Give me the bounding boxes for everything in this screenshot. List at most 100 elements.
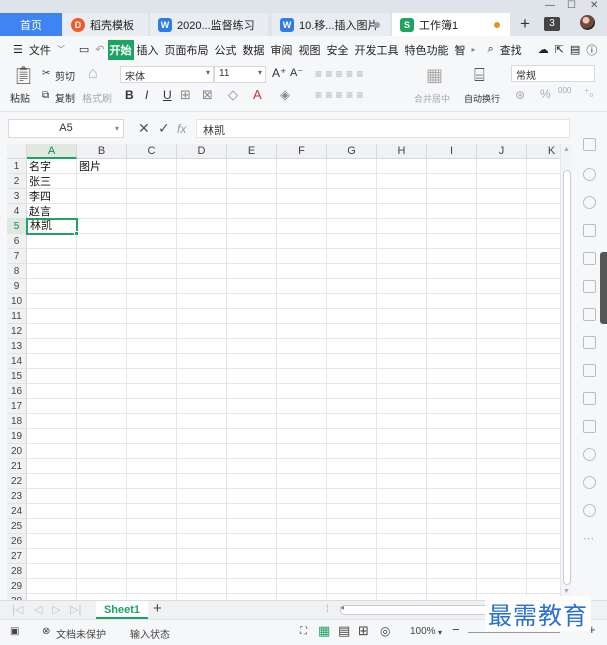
row-header-1[interactable]: 1 bbox=[7, 159, 27, 174]
picture-icon[interactable] bbox=[583, 420, 596, 433]
menu-insert[interactable]: 插入 bbox=[134, 42, 162, 58]
column-header-a[interactable]: A bbox=[27, 144, 77, 159]
fill-pattern-icon[interactable]: ⊠ bbox=[202, 87, 213, 103]
column-header-e[interactable]: E bbox=[227, 144, 277, 159]
chart-tool-icon[interactable] bbox=[583, 280, 596, 293]
more-icon[interactable]: ⋯ bbox=[583, 532, 596, 545]
undo-icon[interactable]: ↶ bbox=[92, 43, 107, 56]
history-icon[interactable] bbox=[583, 476, 596, 489]
row-header-14[interactable]: 14 bbox=[7, 354, 27, 369]
table-style-icon[interactable] bbox=[583, 252, 596, 265]
help-circle-icon[interactable] bbox=[583, 504, 596, 517]
borders-icon[interactable]: ⊞ bbox=[180, 87, 191, 103]
row-header-26[interactable]: 26 bbox=[7, 534, 27, 549]
tab-docer-templates[interactable]: D 稻壳模板 bbox=[63, 13, 148, 36]
share-tool-icon[interactable] bbox=[583, 364, 596, 377]
row-header-21[interactable]: 21 bbox=[7, 459, 27, 474]
cell-A5-selected[interactable]: 林凯 bbox=[26, 218, 78, 235]
scrollbar-thumb[interactable] bbox=[563, 170, 571, 585]
row-header-8[interactable]: 8 bbox=[7, 264, 27, 279]
row-header-19[interactable]: 19 bbox=[7, 429, 27, 444]
scroll-up-icon[interactable]: ▲ bbox=[563, 146, 570, 153]
tab-count-badge[interactable]: 3 bbox=[544, 17, 560, 31]
cancel-icon[interactable]: ✕ bbox=[138, 120, 150, 137]
bold-button[interactable]: B bbox=[125, 88, 134, 102]
menu-developer[interactable]: 开发工具 bbox=[352, 42, 402, 58]
align-top-icon[interactable]: ≡ ≡ ≡ ≡ ≡ bbox=[315, 67, 363, 81]
first-sheet-icon[interactable]: |◁ bbox=[12, 603, 23, 616]
protect-icon[interactable]: ⊗ bbox=[42, 626, 50, 637]
fill-handle[interactable] bbox=[74, 231, 79, 236]
paste-icon[interactable]: 📋︎ bbox=[12, 65, 35, 86]
percent-button[interactable]: % bbox=[540, 87, 551, 101]
next-sheet-icon[interactable]: ▷ bbox=[52, 603, 60, 616]
name-box[interactable]: A5 ▾ bbox=[8, 119, 124, 138]
row-header-4[interactable]: 4 bbox=[7, 204, 27, 219]
align-horizontal-icon[interactable]: ≡ ≡ ≡ ≡ ≡ bbox=[315, 88, 363, 102]
macro-icon[interactable]: ▣ bbox=[10, 626, 19, 637]
wrap-text-icon[interactable]: ⌸ bbox=[474, 65, 485, 86]
search-button[interactable]: 查找 bbox=[497, 42, 525, 58]
add-tab-icon[interactable]: + bbox=[520, 14, 530, 34]
copy-button[interactable]: 复制 bbox=[55, 90, 75, 105]
storage-icon[interactable] bbox=[583, 392, 596, 405]
chevron-down-icon[interactable]: ﹀ bbox=[54, 44, 68, 55]
scroll-left-icon[interactable]: ◂ bbox=[340, 603, 344, 612]
side-panel-toggle[interactable] bbox=[600, 252, 607, 324]
close-window-icon[interactable]: ✕ bbox=[590, 0, 598, 12]
column-header-c[interactable]: C bbox=[127, 144, 177, 159]
shape-icon[interactable] bbox=[583, 196, 596, 209]
more-options-icon[interactable]: ⋮ bbox=[600, 43, 607, 56]
row-header-23[interactable]: 23 bbox=[7, 489, 27, 504]
column-header-g[interactable]: G bbox=[327, 144, 377, 159]
confirm-icon[interactable]: ✓ bbox=[158, 120, 170, 137]
cell-A2[interactable]: 张三 bbox=[27, 174, 77, 189]
row-header-11[interactable]: 11 bbox=[7, 309, 27, 324]
save-icon[interactable]: ▭ bbox=[76, 43, 92, 56]
italic-button[interactable]: I bbox=[145, 88, 148, 102]
chevron-down-icon[interactable]: ▾ bbox=[438, 628, 442, 637]
row-header-9[interactable]: 9 bbox=[7, 279, 27, 294]
font-name-select[interactable]: 宋体 ▾ bbox=[120, 66, 214, 83]
cell-A3[interactable]: 李四 bbox=[27, 189, 77, 204]
page-layout-view-icon[interactable]: ▤ bbox=[338, 623, 350, 639]
row-header-27[interactable]: 27 bbox=[7, 549, 27, 564]
row-header-13[interactable]: 13 bbox=[7, 339, 27, 354]
row-header-24[interactable]: 24 bbox=[7, 504, 27, 519]
scroll-down-icon[interactable]: ▼ bbox=[563, 588, 570, 595]
row-header-16[interactable]: 16 bbox=[7, 384, 27, 399]
cut-icon[interactable]: ✂ bbox=[42, 68, 50, 79]
menu-review[interactable]: 审阅 bbox=[268, 42, 296, 58]
row-header-5[interactable]: 5 bbox=[7, 219, 27, 234]
decimal-icon[interactable]: ⁺₀ bbox=[584, 88, 593, 99]
column-header-j[interactable]: J bbox=[477, 144, 527, 159]
insert-function-button[interactable]: fx bbox=[177, 122, 186, 136]
copy-icon[interactable]: ⧉ bbox=[42, 90, 49, 101]
decrease-font-icon[interactable]: A⁻ bbox=[290, 66, 303, 79]
currency-icon[interactable]: ⊛ bbox=[515, 88, 525, 102]
row-header-10[interactable]: 10 bbox=[7, 294, 27, 309]
doc-protect-status[interactable]: 文档未保护 bbox=[56, 626, 106, 641]
cell-A4[interactable]: 赵言 bbox=[27, 204, 77, 219]
row-header-28[interactable]: 28 bbox=[7, 564, 27, 579]
row-header-3[interactable]: 3 bbox=[7, 189, 27, 204]
row-header-7[interactable]: 7 bbox=[7, 249, 27, 264]
menu-smart[interactable]: 智 bbox=[452, 42, 469, 58]
column-header-i[interactable]: I bbox=[427, 144, 477, 159]
tab-close-icon[interactable] bbox=[374, 21, 380, 28]
collab-icon[interactable]: ▤ bbox=[567, 43, 583, 56]
location-icon[interactable] bbox=[583, 448, 596, 461]
eye-protect-icon[interactable]: ⛶ bbox=[300, 626, 307, 637]
share-icon[interactable]: ⇱ bbox=[552, 43, 567, 56]
zoom-out-icon[interactable]: − bbox=[452, 622, 460, 637]
menu-data[interactable]: 数据 bbox=[240, 42, 268, 58]
unsaved-indicator-icon[interactable] bbox=[494, 21, 500, 28]
select-tool-icon[interactable] bbox=[583, 138, 596, 151]
reading-mode-icon[interactable]: ◎ bbox=[380, 624, 390, 638]
increase-font-icon[interactable]: A⁺ bbox=[272, 66, 286, 80]
grid-tool-icon[interactable] bbox=[583, 224, 596, 237]
format-painter-button[interactable]: 格式刷 bbox=[82, 90, 112, 105]
help-icon[interactable]: ⓘ bbox=[583, 42, 600, 58]
last-sheet-icon[interactable]: ▷| bbox=[70, 603, 81, 616]
minimize-icon[interactable]: — bbox=[545, 0, 555, 12]
